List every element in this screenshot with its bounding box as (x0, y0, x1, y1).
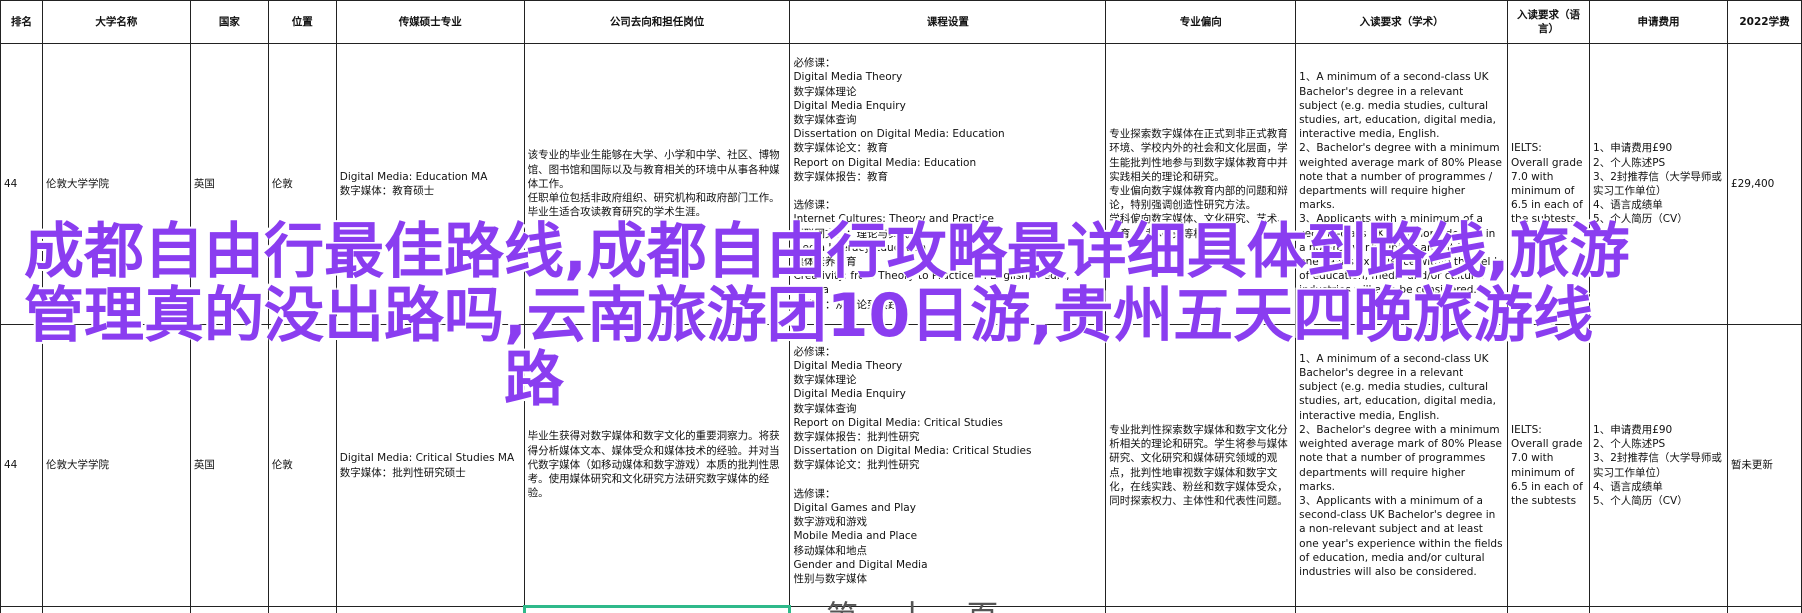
header-focus[interactable]: 专业偏向 (1105, 0, 1297, 44)
header-rank[interactable]: 排名 (0, 0, 43, 44)
overlay-line: 成都自由行最佳路线,成都自由行攻略最详细具体到路线,旅游 (24, 217, 1630, 287)
empty-cell[interactable] (1105, 606, 1297, 613)
overlay-line: 路 (504, 345, 564, 415)
header-fees[interactable]: 申请费用 (1589, 0, 1728, 44)
empty-cell[interactable] (335, 606, 525, 613)
overlay-banner-text: 成都自由行最佳路线,成都自由行攻略最详细具体到路线,旅游 管理真的没出路吗,云南… (24, 220, 1684, 412)
overlay-line: 管理真的没出路吗,云南旅游团10日游,贵州五天四晚旅游线 (24, 281, 1594, 351)
empty-cell[interactable] (1589, 606, 1728, 613)
empty-cell[interactable] (1295, 606, 1509, 613)
header-row: 排名 大学名称 国家 位置 传媒硕士专业 公司去向和担任岗位 课程设置 专业偏向… (0, 0, 1802, 44)
empty-cell[interactable] (0, 606, 43, 613)
spreadsheet: 排名 大学名称 国家 位置 传媒硕士专业 公司去向和担任岗位 课程设置 专业偏向… (0, 0, 1802, 613)
empty-cell[interactable] (1726, 606, 1802, 613)
header-language[interactable]: 入读要求（语言） (1507, 0, 1591, 44)
header-career[interactable]: 公司去向和担任岗位 (523, 0, 791, 44)
selected-cell[interactable] (522, 605, 792, 613)
page-footer-text: 第 十 页 (826, 592, 1012, 613)
header-location[interactable]: 位置 (267, 0, 337, 44)
header-academic[interactable]: 入读要求（学术） (1295, 0, 1509, 44)
empty-cell[interactable] (267, 606, 337, 613)
header-country[interactable]: 国家 (189, 0, 269, 44)
cell-tuition[interactable]: £29,400 (1726, 43, 1802, 325)
header-tuition[interactable]: 2022学费 (1726, 0, 1802, 44)
empty-cell[interactable] (1507, 606, 1591, 613)
header-courses[interactable]: 课程设置 (789, 0, 1107, 44)
cell-tuition[interactable]: 暂未更新 (1726, 324, 1802, 607)
header-university[interactable]: 大学名称 (41, 0, 191, 44)
empty-cell[interactable] (41, 606, 191, 613)
empty-cell[interactable] (189, 606, 269, 613)
header-program[interactable]: 传媒硕士专业 (335, 0, 525, 44)
